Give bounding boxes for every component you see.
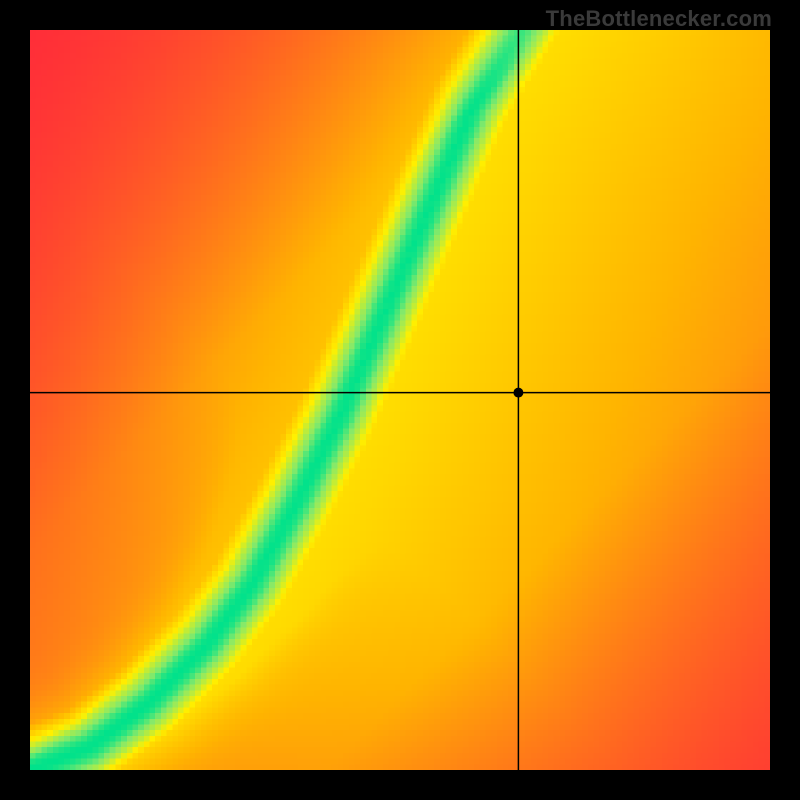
watermark-text: TheBottlenecker.com bbox=[546, 6, 772, 32]
plot-area bbox=[30, 30, 770, 770]
heatmap-canvas bbox=[30, 30, 770, 770]
chart-outer: TheBottlenecker.com bbox=[0, 0, 800, 800]
